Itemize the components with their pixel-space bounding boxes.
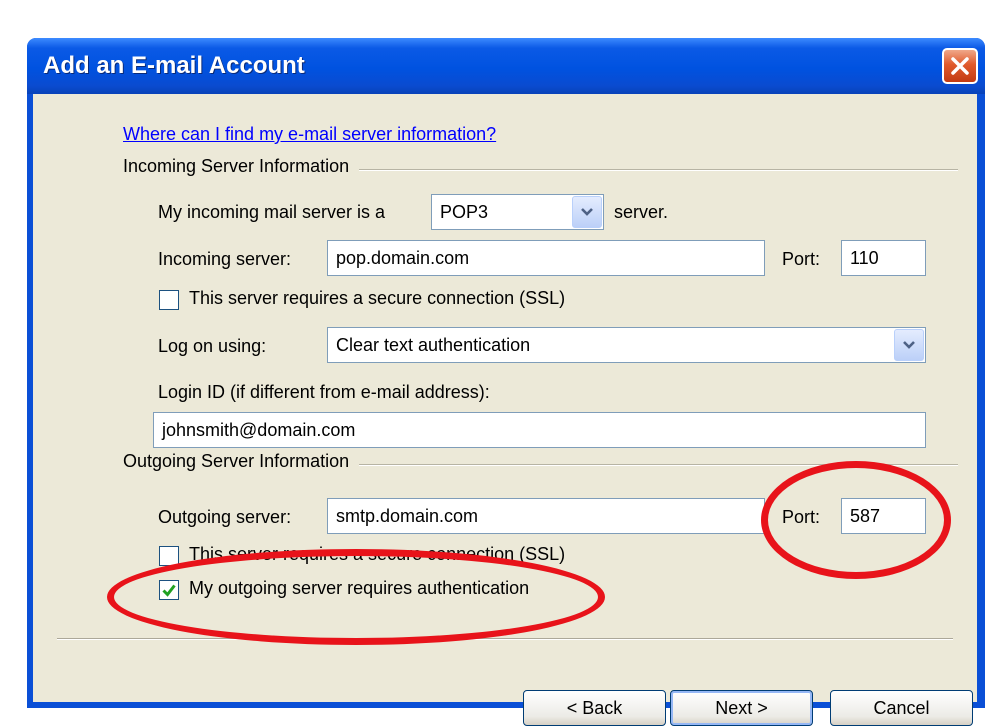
outgoing-ssl-checkbox[interactable]	[159, 546, 179, 566]
logon-method-dropdown-button[interactable]	[894, 329, 924, 361]
incoming-port-value: 110	[850, 248, 879, 268]
next-button[interactable]: Next >	[670, 690, 813, 726]
button-separator	[57, 638, 953, 640]
server-info-help-link[interactable]: Where can I find my e-mail server inform…	[123, 124, 496, 145]
back-button[interactable]: < Back	[523, 690, 666, 726]
incoming-port-label: Port:	[782, 249, 821, 269]
add-email-account-dialog: Add an E-mail Account Where can I find m…	[27, 38, 985, 726]
dialog-title: Add an E-mail Account	[43, 52, 305, 79]
incoming-ssl-label[interactable]: This server requires a secure connection…	[189, 288, 565, 309]
dialog-client-area: Where can I find my e-mail server inform…	[33, 94, 977, 726]
outgoing-server-label: Outgoing server:	[158, 507, 292, 527]
cancel-button[interactable]: Cancel	[830, 690, 973, 726]
login-id-value: johnsmith@domain.com	[162, 420, 356, 440]
login-id-label: Login ID (if different from e-mail addre…	[158, 382, 490, 402]
server-type-prefix: My incoming mail server is a	[158, 202, 386, 222]
close-icon	[951, 57, 969, 75]
login-id-input[interactable]: johnsmith@domain.com	[153, 412, 926, 448]
logon-using-label: Log on using:	[158, 336, 267, 356]
outgoing-server-input[interactable]: smtp.domain.com	[327, 498, 765, 534]
close-button[interactable]	[942, 48, 978, 84]
logon-method-value: Clear text authentication	[336, 335, 531, 355]
outgoing-port-label: Port:	[782, 507, 821, 527]
chevron-down-icon	[581, 208, 593, 216]
outgoing-port-input[interactable]: 587	[841, 498, 926, 534]
chevron-down-icon	[903, 341, 915, 349]
server-type-value: POP3	[440, 202, 489, 222]
outgoing-ssl-label[interactable]: This server requires a secure connection…	[189, 544, 565, 565]
server-type-suffix: server.	[614, 202, 669, 222]
logon-method-select[interactable]: Clear text authentication	[327, 327, 926, 363]
incoming-server-label: Incoming server:	[158, 249, 292, 269]
outgoing-auth-label[interactable]: My outgoing server requires authenticati…	[189, 578, 529, 599]
server-type-select[interactable]: POP3	[431, 194, 604, 230]
incoming-port-input[interactable]: 110	[841, 240, 926, 276]
checkmark-icon	[162, 584, 176, 597]
outgoing-group-label: Outgoing Server Information	[123, 451, 360, 472]
incoming-group-label: Incoming Server Information	[123, 156, 360, 177]
outgoing-server-value: smtp.domain.com	[336, 506, 479, 526]
title-bar[interactable]: Add an E-mail Account	[27, 38, 985, 94]
incoming-server-input[interactable]: pop.domain.com	[327, 240, 765, 276]
outgoing-port-value: 587	[850, 506, 881, 526]
server-type-dropdown-button[interactable]	[572, 196, 602, 228]
incoming-ssl-checkbox[interactable]	[159, 290, 179, 310]
incoming-server-value: pop.domain.com	[336, 248, 470, 268]
outgoing-auth-checkbox[interactable]	[159, 580, 179, 600]
